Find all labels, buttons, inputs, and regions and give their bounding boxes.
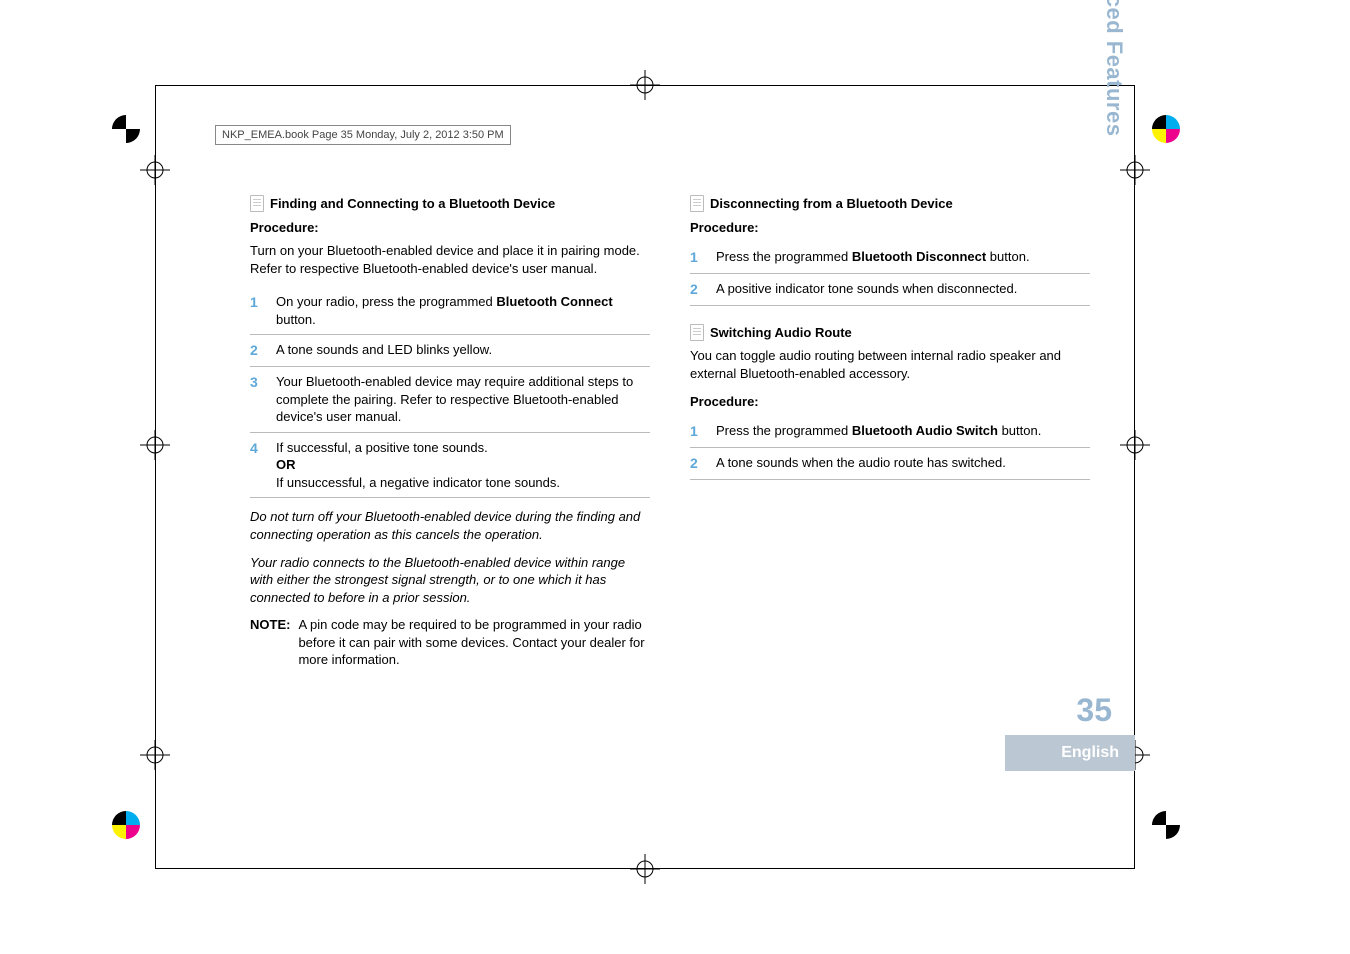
step-bold: Bluetooth Audio Switch xyxy=(852,423,998,438)
procedure-label: Procedure: xyxy=(690,219,1090,237)
cmyk-swatch xyxy=(1152,115,1180,143)
step-body: A positive indicator tone sounds when di… xyxy=(716,280,1090,299)
italic-note: Your radio connects to the Bluetooth-ena… xyxy=(250,554,650,607)
step-bold: Bluetooth Connect xyxy=(496,294,612,309)
cmyk-swatch xyxy=(112,115,140,143)
step-text: If successful, a positive tone sounds. xyxy=(276,440,488,455)
heading-text: Disconnecting from a Bluetooth Device xyxy=(710,195,953,213)
step-list: 1 Press the programmed Bluetooth Disconn… xyxy=(690,242,1090,305)
step-text: button. xyxy=(986,249,1029,264)
section-heading: Switching Audio Route xyxy=(690,324,1090,342)
step-body: Press the programmed Bluetooth Disconnec… xyxy=(716,248,1090,267)
crop-line xyxy=(155,85,156,869)
section-heading: Disconnecting from a Bluetooth Device xyxy=(690,195,1090,213)
intro-paragraph: Turn on your Bluetooth-enabled device an… xyxy=(250,242,650,277)
step-or: OR xyxy=(276,457,296,472)
step-body: On your radio, press the programmed Blue… xyxy=(276,293,650,328)
side-chapter-label: Advanced Features xyxy=(1097,0,1127,195)
step-body: A tone sounds when the audio route has s… xyxy=(716,454,1090,473)
page-number: 35 xyxy=(1076,692,1112,729)
page-header: NKP_EMEA.book Page 35 Monday, July 2, 20… xyxy=(215,125,511,145)
step-number: 1 xyxy=(690,248,704,267)
left-column: Finding and Connecting to a Bluetooth De… xyxy=(250,195,650,669)
step-item: 1 Press the programmed Bluetooth Audio S… xyxy=(690,416,1090,448)
italic-note: Do not turn off your Bluetooth-enabled d… xyxy=(250,508,650,543)
step-body: A tone sounds and LED blinks yellow. xyxy=(276,341,650,360)
step-body: Press the programmed Bluetooth Audio Swi… xyxy=(716,422,1090,441)
cmyk-swatch xyxy=(112,811,140,839)
step-body: If successful, a positive tone sounds. O… xyxy=(276,439,650,492)
step-number: 4 xyxy=(250,439,264,492)
procedure-label: Procedure: xyxy=(250,219,650,237)
content-columns: Finding and Connecting to a Bluetooth De… xyxy=(250,195,1090,669)
step-item: 1 Press the programmed Bluetooth Disconn… xyxy=(690,242,1090,274)
crop-line xyxy=(155,868,1135,869)
step-text: If unsuccessful, a negative indicator to… xyxy=(276,475,560,490)
step-text: button. xyxy=(998,423,1041,438)
cmyk-swatch xyxy=(1152,811,1180,839)
language-label: English xyxy=(1005,735,1135,771)
step-text: Press the programmed xyxy=(716,249,852,264)
step-number: 3 xyxy=(250,373,264,426)
registration-mark-icon xyxy=(1120,430,1150,460)
section-heading: Finding and Connecting to a Bluetooth De… xyxy=(250,195,650,213)
document-icon xyxy=(250,195,264,212)
step-bold: Bluetooth Disconnect xyxy=(852,249,986,264)
step-text: Press the programmed xyxy=(716,423,852,438)
registration-mark-icon xyxy=(630,854,660,884)
procedure-label: Procedure: xyxy=(690,393,1090,411)
step-item: 2 A positive indicator tone sounds when … xyxy=(690,274,1090,305)
step-item: 3 Your Bluetooth-enabled device may requ… xyxy=(250,367,650,433)
right-column: Disconnecting from a Bluetooth Device Pr… xyxy=(690,195,1090,669)
step-number: 2 xyxy=(690,454,704,473)
step-body: Your Bluetooth-enabled device may requir… xyxy=(276,373,650,426)
step-item: 2 A tone sounds and LED blinks yellow. xyxy=(250,335,650,367)
step-item: 1 On your radio, press the programmed Bl… xyxy=(250,287,650,335)
intro-paragraph: You can toggle audio routing between int… xyxy=(690,347,1090,382)
step-text: button. xyxy=(276,312,316,327)
heading-text: Switching Audio Route xyxy=(710,324,852,342)
note-text: A pin code may be required to be program… xyxy=(298,616,650,669)
document-icon xyxy=(690,324,704,341)
note-block: NOTE: A pin code may be required to be p… xyxy=(250,616,650,669)
step-list: 1 Press the programmed Bluetooth Audio S… xyxy=(690,416,1090,479)
step-item: 4 If successful, a positive tone sounds.… xyxy=(250,433,650,498)
step-number: 2 xyxy=(690,280,704,299)
step-number: 2 xyxy=(250,341,264,360)
step-number: 1 xyxy=(250,293,264,328)
step-item: 2 A tone sounds when the audio route has… xyxy=(690,448,1090,479)
heading-text: Finding and Connecting to a Bluetooth De… xyxy=(270,195,555,213)
note-label: NOTE: xyxy=(250,616,290,669)
crop-line xyxy=(155,85,1135,86)
document-icon xyxy=(690,195,704,212)
step-text: On your radio, press the programmed xyxy=(276,294,496,309)
step-number: 1 xyxy=(690,422,704,441)
step-list: 1 On your radio, press the programmed Bl… xyxy=(250,287,650,497)
